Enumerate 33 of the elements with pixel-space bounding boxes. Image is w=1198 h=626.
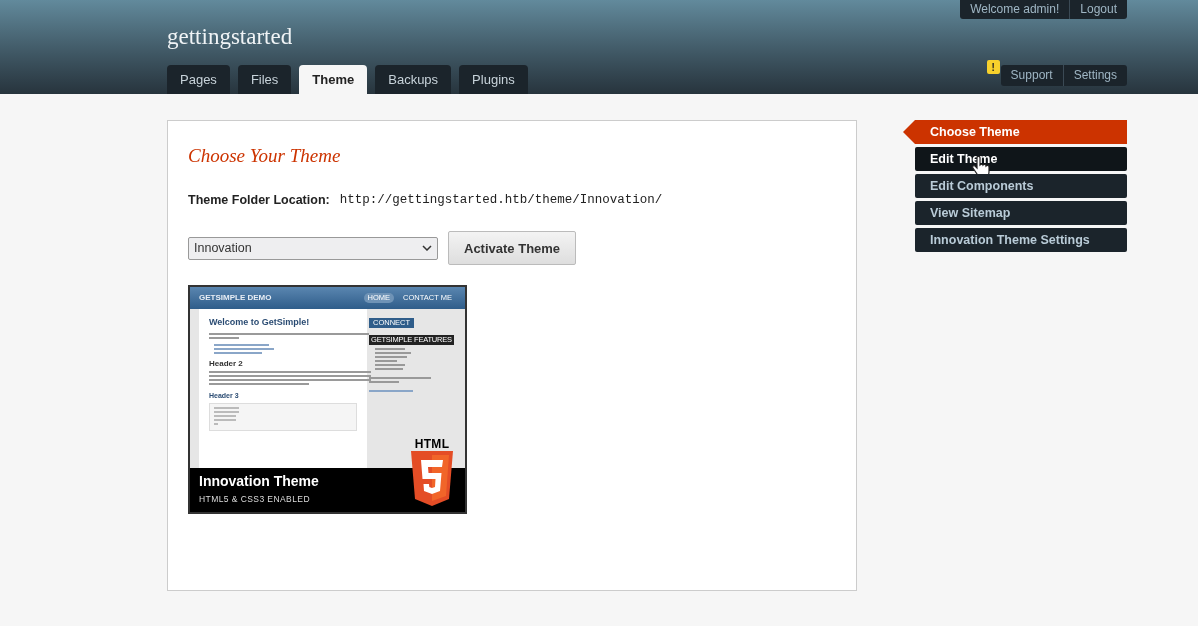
caption-title: Innovation Theme (199, 472, 320, 491)
header-link[interactable]: Settings (1062, 65, 1127, 86)
preview-site-name: GETSIMPLE DEMO (199, 292, 272, 305)
preview-heading: Header 2 (209, 359, 244, 369)
folder-url: http://gettingstarted.htb/theme/Innovation/ (339, 191, 663, 209)
alert-badge: ! (986, 60, 1000, 74)
shield-icon (409, 451, 455, 507)
text-lines-drawing (214, 407, 239, 428)
text-lines-drawing (214, 344, 274, 357)
theme-select[interactable]: Innovation (188, 236, 438, 260)
site-title: gettingstarted (167, 23, 294, 51)
header-link[interactable]: Support (1000, 65, 1063, 86)
sidebar-item[interactable]: Edit Components (915, 174, 1127, 198)
field-label: Theme Folder Location: (188, 191, 330, 209)
logo-text: HTML (414, 438, 450, 452)
caption-subtitle: HTML5 & CSS3 ENABLED (199, 493, 311, 506)
text-lines-drawing (369, 390, 413, 395)
sidebar-item[interactable]: View Sitemap (915, 201, 1127, 225)
header-link[interactable]: Welcome admin! (960, 0, 1070, 19)
preview-heading: Welcome to GetSimple! (209, 317, 311, 328)
nav-tab[interactable]: Files (237, 65, 292, 94)
nav-tab[interactable]: Plugins (459, 65, 528, 94)
activate-button[interactable]: Activate Theme (448, 231, 577, 266)
sidebar-item[interactable]: Edit Theme (915, 147, 1127, 171)
nav-tab[interactable]: Backups (375, 65, 452, 94)
chevron-down-icon (422, 245, 432, 252)
header-link[interactable]: Logout (1069, 0, 1127, 19)
text-lines-drawing (375, 348, 411, 373)
page-title: Choose Your Theme (188, 144, 342, 168)
nav-tab[interactable]: Pages (167, 65, 230, 94)
sidebar-item[interactable]: Innovation Theme Settings (915, 228, 1127, 252)
sidebar-item[interactable]: Choose Theme (903, 120, 1127, 144)
nav-tab[interactable]: Theme (299, 65, 368, 94)
